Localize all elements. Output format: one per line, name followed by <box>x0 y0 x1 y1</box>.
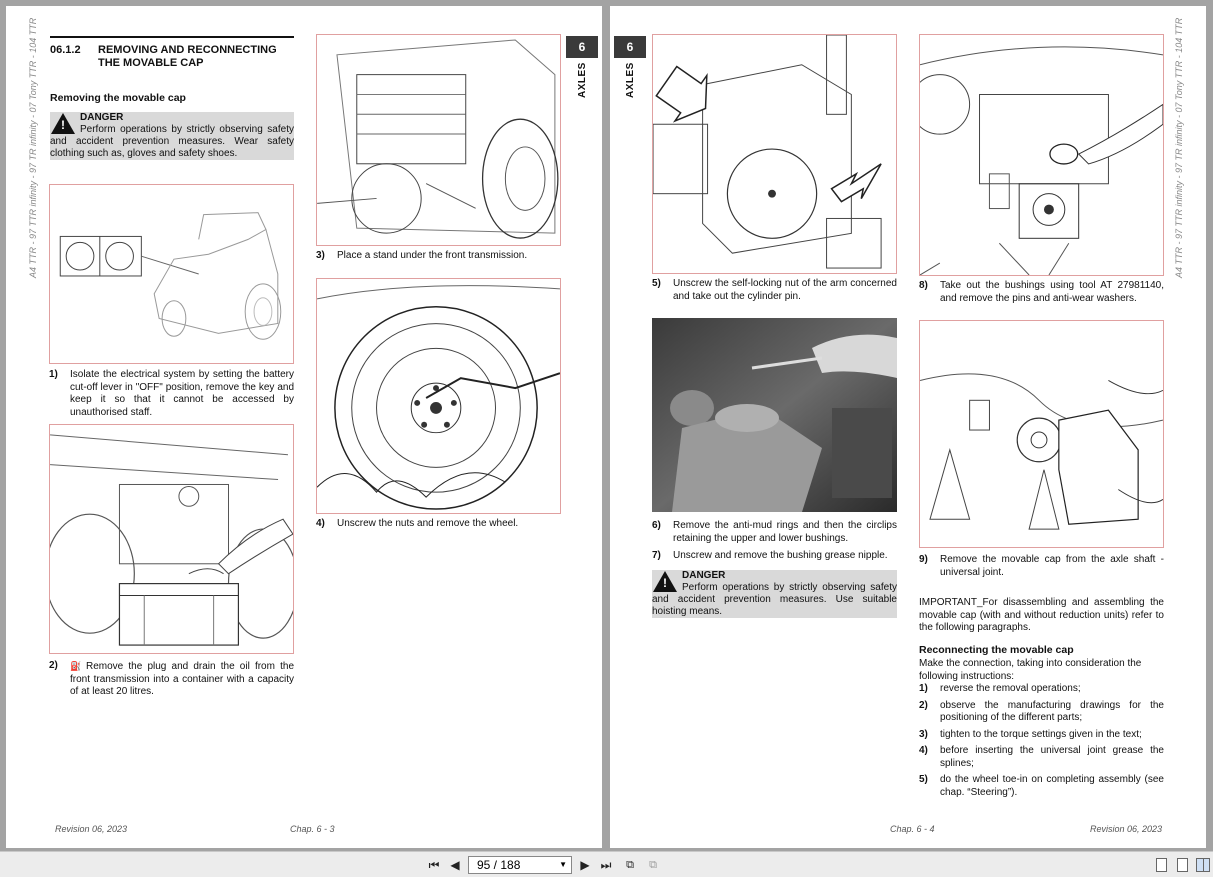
step-text: observe the manufacturing drawings for t… <box>940 699 1164 724</box>
page-number-select[interactable]: 95 / 188 ▼ <box>468 856 572 874</box>
step-text: Unscrew the self-locking nut of the arm … <box>673 278 897 302</box>
step-text: before inserting the universal joint gre… <box>940 745 1164 769</box>
single-page-view-icon[interactable] <box>1156 858 1167 872</box>
step-1: 1) Isolate the electrical system by sett… <box>49 369 294 419</box>
section-title: REMOVING AND RECONNECTING THE MOVABLE CA… <box>98 44 277 69</box>
step-8: 8) Take out the bushings using tool AT 2… <box>919 280 1164 305</box>
section-number: 06.1.2 <box>50 44 81 56</box>
step-number: 2) <box>919 699 928 711</box>
reconnect-step: 4) before inserting the universal joint … <box>919 745 1164 770</box>
step-number: 3) <box>919 728 928 740</box>
viewer-toolbar: ⏮ ◀ 95 / 188 ▼ ▶ ⏭ ⧉ ⧉ <box>0 851 1213 877</box>
first-page-icon[interactable]: ⏮ <box>426 857 442 873</box>
danger-box: DANGER Perform operations by strictly ob… <box>50 112 294 160</box>
danger-box: DANGER Perform operations by strictly ob… <box>652 570 897 618</box>
important-note: IMPORTANT_For disassembling and assembli… <box>919 597 1164 633</box>
step-7: 7) Unscrew and remove the bushing grease… <box>652 550 897 563</box>
side-model-text: A4 TTR - 97 TTR infinity - 97 TR infinit… <box>1174 17 1184 278</box>
side-model-text: A4 TTR - 97 TTR infinity - 97 TR infinit… <box>28 17 38 278</box>
warning-triangle-icon <box>653 571 677 592</box>
step-4: 4) Unscrew the nuts and remove the wheel… <box>316 518 561 531</box>
reconnect-heading: Reconnecting the movable cap <box>919 644 1074 656</box>
step-text: Isolate the electrical system by setting… <box>70 369 294 418</box>
step-text: Take out the bushings using tool AT 2798… <box>940 280 1164 304</box>
footer-chapter: Chap. 6 - 3 <box>290 824 335 834</box>
figure-bushings-tool <box>919 34 1164 276</box>
figure-stand-under-transmission <box>316 34 561 246</box>
reconnect-step: 2) observe the manufacturing drawings fo… <box>919 700 1164 725</box>
step-number: 7) <box>652 550 661 561</box>
footer-revision: Revision 06, 2023 <box>55 824 128 834</box>
section-heading: 06.1.2 REMOVING AND RECONNECTING THE MOV… <box>50 36 294 70</box>
step-text: do the wheel toe-in on completing assemb… <box>940 774 1164 798</box>
step-text: Unscrew and remove the bushing grease ni… <box>673 550 888 561</box>
step-2: 2) ⛽ Remove the plug and drain the oil fr… <box>49 660 294 699</box>
step-text: Remove the anti-mud rings and then the c… <box>673 520 897 544</box>
danger-text: Perform operations by strictly observing… <box>652 582 897 617</box>
step-6: 6) Remove the anti-mud rings and then th… <box>652 520 897 545</box>
document-viewer: A4 TTR - 97 TTR infinity - 97 TR infinit… <box>0 0 1213 851</box>
right-page: 6 AXLES A4 TTR - 97 TTR infinity - 97 TR… <box>610 6 1206 848</box>
last-page-icon[interactable]: ⏭ <box>598 857 614 873</box>
figure-drain-oil <box>49 424 294 654</box>
step-text: tighten to the torque settings given in … <box>940 728 1142 740</box>
step-number: 3) <box>316 250 325 261</box>
left-page: A4 TTR - 97 TTR infinity - 97 TR infinit… <box>6 6 602 848</box>
step-number: 5) <box>919 774 928 785</box>
step-9: 9) Remove the movable cap from the axle … <box>919 554 1164 579</box>
chapter-tab: 6 <box>566 36 598 58</box>
figure-remove-wheel <box>316 278 561 514</box>
step-3: 3) Place a stand under the front transmi… <box>316 250 561 263</box>
step-text: Unscrew the nuts and remove the wheel. <box>337 518 519 529</box>
rotate-icon[interactable]: ⧉ <box>622 857 638 873</box>
step-text: ⛽ Remove the plug and drain the oil from … <box>70 660 294 699</box>
danger-text: Perform operations by strictly observing… <box>50 124 294 159</box>
danger-title: DANGER <box>80 112 124 123</box>
two-page-view-icon[interactable] <box>1196 858 1210 872</box>
step-number: 6) <box>652 520 661 531</box>
step-text: Remove the movable cap from the axle sha… <box>940 554 1164 578</box>
reconnect-step: 3) tighten to the torque settings given … <box>919 729 1164 742</box>
chapter-tab-label: AXLES <box>577 62 588 98</box>
reconnect-list: 1) reverse the removal operations; 2) ob… <box>919 683 1164 799</box>
figure-cylinder-pin <box>652 34 897 274</box>
reconnect-intro: Make the connection, taking into conside… <box>919 658 1142 682</box>
step-number: 2) <box>49 660 58 671</box>
continuous-view-icon[interactable] <box>1177 858 1188 872</box>
step-text-content: Remove the plug and drain the oil from t… <box>70 661 294 697</box>
copy-icon[interactable]: ⧉ <box>645 857 661 873</box>
figure-tractor-battery <box>49 184 294 364</box>
next-page-icon[interactable]: ▶ <box>577 857 593 873</box>
oil-drop-icon: ⛽ <box>70 661 82 671</box>
chapter-tab: 6 <box>614 36 646 58</box>
footer-chapter: Chap. 6 - 4 <box>890 824 935 834</box>
step-number: 4) <box>919 745 928 756</box>
chapter-tab-label: AXLES <box>625 62 636 98</box>
previous-page-icon[interactable]: ◀ <box>447 857 463 873</box>
photo-anti-mud-rings <box>652 318 897 512</box>
footer-revision: Revision 06, 2023 <box>1090 824 1163 834</box>
step-5: 5) Unscrew the self-locking nut of the a… <box>652 278 897 303</box>
subheading: Removing the movable cap <box>50 92 186 104</box>
step-number: 4) <box>316 518 325 529</box>
reconnect-step: 5) do the wheel toe-in on completing ass… <box>919 774 1164 799</box>
step-number: 1) <box>49 369 58 380</box>
figure-remove-movable-cap <box>919 320 1164 548</box>
page-indicator: 95 / 188 <box>477 858 521 872</box>
step-number: 8) <box>919 280 928 291</box>
step-text: Place a stand under the front transmissi… <box>337 250 528 261</box>
step-number: 5) <box>652 278 661 289</box>
step-text: reverse the removal operations; <box>940 683 1081 694</box>
danger-title: DANGER <box>682 570 726 581</box>
reconnect-step: 1) reverse the removal operations; <box>919 683 1164 696</box>
step-number: 1) <box>919 683 928 694</box>
step-number: 9) <box>919 554 928 565</box>
two-page-divider <box>1203 859 1204 871</box>
warning-triangle-icon <box>51 113 75 134</box>
chevron-down-icon: ▼ <box>559 860 567 869</box>
